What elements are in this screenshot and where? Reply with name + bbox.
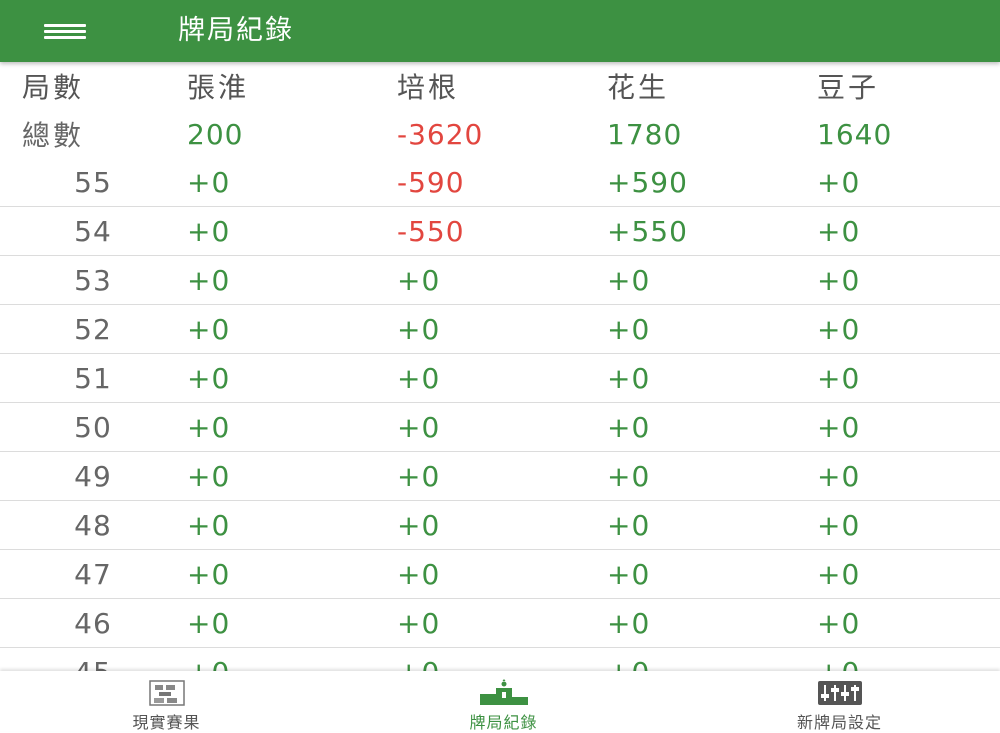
nav-item-new-game-settings[interactable]: 新牌局設定	[673, 671, 1000, 732]
page-title: 牌局紀錄	[178, 15, 294, 46]
score-cell: +0	[607, 312, 651, 346]
table-row[interactable]: 52 +0 +0 +0 +0	[0, 305, 1000, 354]
score-cell: +590	[607, 165, 688, 199]
score-cell: +0	[397, 508, 441, 542]
score-cell: +0	[817, 459, 861, 493]
table-header-row: 局數 張淮 培根 花生 豆子	[0, 62, 1000, 110]
total-value: 1780	[607, 117, 683, 151]
total-label: 總數	[22, 119, 85, 152]
score-cell: -550	[397, 214, 465, 248]
score-cell: +0	[187, 263, 231, 297]
table-row[interactable]: 46 +0 +0 +0 +0	[0, 599, 1000, 648]
score-cell: +0	[397, 410, 441, 444]
score-cell: +0	[187, 214, 231, 248]
score-cell: +0	[607, 361, 651, 395]
round-list[interactable]: 55 +0 -590 +590 +0 54 +0 -550 +550 +0 53 +0 +0 +0 +0 52…	[0, 158, 1000, 671]
table-row[interactable]: 55 +0 -590 +590 +0	[0, 158, 1000, 207]
nav-label-results: 現實賽果	[132, 713, 201, 732]
score-cell: +0	[187, 410, 231, 444]
score-cell: +0	[187, 459, 231, 493]
score-cell: +550	[607, 214, 688, 248]
score-cell: +0	[607, 508, 651, 542]
round-number: 52	[74, 312, 112, 346]
total-row: 總數 200 -3620 1780 1640	[0, 110, 1000, 158]
bottom-navigation: 現實賽果 牌局紀錄 新牌局設定	[0, 671, 1000, 732]
table-row[interactable]: 45 +0 +0 +0 +0	[0, 648, 1000, 672]
table-row[interactable]: 51 +0 +0 +0 +0	[0, 354, 1000, 403]
score-cell: +0	[817, 606, 861, 640]
score-cell: +0	[817, 508, 861, 542]
score-cell: +0	[397, 606, 441, 640]
app-bar: 牌局紀錄	[0, 0, 1000, 62]
score-cell: +0	[817, 214, 861, 248]
round-number: 46	[74, 606, 112, 640]
score-cell: -590	[397, 165, 465, 199]
score-cell: +0	[187, 557, 231, 591]
score-cell: +0	[187, 648, 230, 672]
round-number: 47	[74, 557, 112, 591]
table-row[interactable]: 48 +0 +0 +0 +0	[0, 501, 1000, 550]
score-cell: +0	[817, 557, 861, 591]
round-number: 51	[74, 361, 112, 395]
nav-item-results[interactable]: 現實賽果	[0, 671, 333, 732]
round-number: 49	[74, 459, 112, 493]
column-header-player-3: 花生	[607, 71, 670, 104]
score-cell: +0	[817, 312, 861, 346]
score-cell: +0	[607, 648, 650, 672]
score-cell: +0	[397, 263, 441, 297]
score-cell: +0	[397, 557, 441, 591]
score-cell: +0	[187, 606, 231, 640]
score-cell: +0	[817, 361, 861, 395]
round-number: 45	[18, 648, 168, 672]
round-number: 54	[74, 214, 112, 248]
total-value: -3620	[397, 117, 484, 151]
table-row[interactable]: 50 +0 +0 +0 +0	[0, 403, 1000, 452]
score-cell: +0	[817, 648, 860, 672]
score-cell: +0	[397, 648, 440, 672]
podium-icon	[479, 679, 528, 705]
score-cell: +0	[607, 263, 651, 297]
score-cell: +0	[607, 606, 651, 640]
score-cell: +0	[607, 459, 651, 493]
score-cell: +0	[187, 312, 231, 346]
round-number: 55	[74, 165, 112, 199]
column-header-player-4: 豆子	[817, 71, 880, 104]
score-cell: +0	[397, 459, 441, 493]
round-number: 53	[74, 263, 112, 297]
score-cell: +0	[397, 312, 441, 346]
score-cell: +0	[817, 263, 861, 297]
nav-item-records[interactable]: 牌局紀錄	[337, 671, 670, 732]
table-row[interactable]: 54 +0 -550 +550 +0	[0, 207, 1000, 256]
nav-label-records: 牌局紀錄	[469, 713, 538, 732]
round-number: 50	[74, 410, 112, 444]
table-row[interactable]: 53 +0 +0 +0 +0	[0, 256, 1000, 305]
table-row[interactable]: 47 +0 +0 +0 +0	[0, 550, 1000, 599]
column-header-player-1: 張淮	[187, 71, 250, 104]
column-header-player-2: 培根	[397, 71, 460, 104]
mahjong-tiles-icon	[148, 680, 185, 706]
total-value: 200	[187, 117, 244, 151]
score-cell: +0	[187, 361, 231, 395]
score-table[interactable]: 局數 張淮 培根 花生 豆子 總數 200 -3620 1780 1640 55…	[0, 62, 1000, 671]
table-row[interactable]: 49 +0 +0 +0 +0	[0, 452, 1000, 501]
round-number: 48	[74, 508, 112, 542]
nav-label-new-game-settings: 新牌局設定	[796, 713, 882, 732]
hamburger-menu-icon[interactable]	[38, 16, 94, 46]
score-cell: +0	[817, 410, 861, 444]
score-cell: +0	[187, 508, 231, 542]
score-cell: +0	[187, 165, 231, 199]
score-cell: +0	[817, 165, 861, 199]
score-cell: +0	[607, 557, 651, 591]
score-cell: +0	[397, 361, 441, 395]
total-value: 1640	[817, 117, 893, 151]
sliders-settings-icon	[817, 681, 862, 705]
column-header-round: 局數	[22, 71, 85, 104]
score-cell: +0	[607, 410, 651, 444]
